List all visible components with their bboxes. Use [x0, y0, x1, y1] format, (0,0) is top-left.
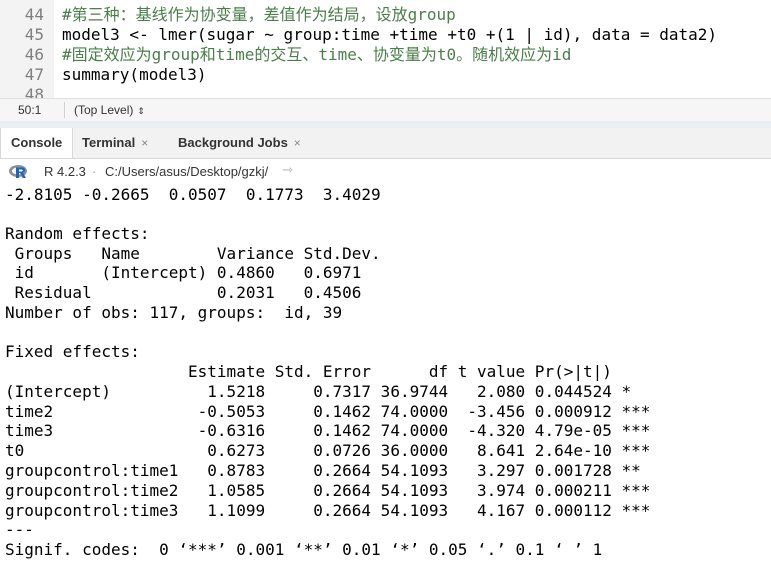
tab-background-jobs[interactable]: Background Jobs × — [168, 128, 311, 158]
console-tab-bar: Console Terminal × Background Jobs × — [0, 128, 771, 159]
code-line-comment[interactable]: #固定效应为group和time的交互、time、协变量为t0。随机效应为id — [62, 45, 571, 65]
path-separator: · — [92, 164, 97, 179]
scope-label: (Top Level) — [74, 103, 134, 117]
line-number: 46 — [24, 45, 44, 64]
console-line: groupcontrol:time1 0.8783 0.2664 54.1093… — [5, 461, 651, 480]
close-icon[interactable]: × — [141, 136, 148, 150]
console-line: time2 -0.5053 0.1462 74.0000 -3.456 0.00… — [5, 402, 651, 421]
updown-icon: ⇕ — [137, 106, 145, 116]
code-line-summary[interactable]: summary(model3) — [62, 65, 207, 85]
line-number: 48 — [24, 85, 44, 98]
console-line: time3 -0.6316 0.1462 74.0000 -4.320 4.79… — [5, 421, 651, 440]
console-line: --- — [5, 520, 34, 539]
go-to-directory-icon[interactable]: ⇾ — [282, 162, 293, 178]
console-line: groupcontrol:time3 1.1099 0.2664 54.1093… — [5, 501, 651, 520]
close-icon[interactable]: × — [294, 136, 301, 150]
console-line: Number of obs: 117, groups: id, 39 — [5, 303, 343, 322]
tab-label: Background Jobs — [178, 135, 288, 150]
line-number: 44 — [24, 5, 44, 24]
working-directory[interactable]: C:/Users/asus/Desktop/gzkj/ — [105, 164, 268, 179]
scope-selector[interactable]: (Top Level) ⇕ — [74, 103, 145, 117]
console-line: Groups Name Variance Std.Dev. — [5, 244, 381, 263]
r-logo-icon — [9, 165, 27, 178]
cursor-position: 50:1 — [18, 103, 42, 117]
code-line-comment[interactable]: #第三种：基线作为协变量，差值作为结局，设放group — [62, 5, 456, 25]
console-line: Estimate Std. Error df t value Pr(>|t|) — [5, 362, 651, 381]
tab-label: Terminal — [82, 135, 136, 150]
console-line: id (Intercept) 0.4860 0.6971 — [5, 263, 381, 282]
console-line: groupcontrol:time2 1.0585 0.2664 54.1093… — [5, 481, 651, 500]
console-line: (Intercept) 1.5218 0.7317 36.9744 2.080 … — [5, 382, 651, 401]
console-line: -2.8105 -0.2665 0.0507 0.1773 3.4029 — [5, 185, 381, 204]
code-line-model[interactable]: model3 <- lmer(sugar ~ group:time +time … — [62, 25, 717, 45]
source-editor[interactable]: 44 45 46 47 48 #第三种：基线作为协变量，差值作为结局，设放gro… — [0, 0, 771, 98]
console-line: Fixed effects: — [5, 342, 140, 361]
console-line: t0 0.6273 0.0726 36.0000 8.641 2.64e-10 … — [5, 441, 651, 460]
tab-console[interactable]: Console — [0, 128, 74, 158]
console-output[interactable]: -2.8105 -0.2665 0.0507 0.1773 3.4029 Ran… — [0, 185, 771, 569]
pane-splitter[interactable] — [0, 121, 771, 128]
console-line: Random effects: — [5, 224, 150, 243]
tab-terminal[interactable]: Terminal × — [72, 128, 158, 158]
console-path-bar: R 4.2.3 · C:/Users/asus/Desktop/gzkj/ ⇾ — [0, 159, 771, 185]
console-line: Signif. codes: 0 ‘***’ 0.001 ‘**’ 0.01 ‘… — [5, 540, 603, 559]
line-number: 45 — [24, 25, 44, 44]
status-divider — [64, 102, 65, 118]
editor-status-bar: 50:1 (Top Level) ⇕ — [0, 98, 771, 122]
line-number: 47 — [24, 65, 44, 84]
r-version: R 4.2.3 — [44, 164, 86, 179]
tab-label: Console — [11, 135, 63, 150]
console-line: Residual 0.2031 0.4506 — [5, 283, 381, 302]
line-number-gutter: 44 45 46 47 48 — [0, 0, 54, 98]
